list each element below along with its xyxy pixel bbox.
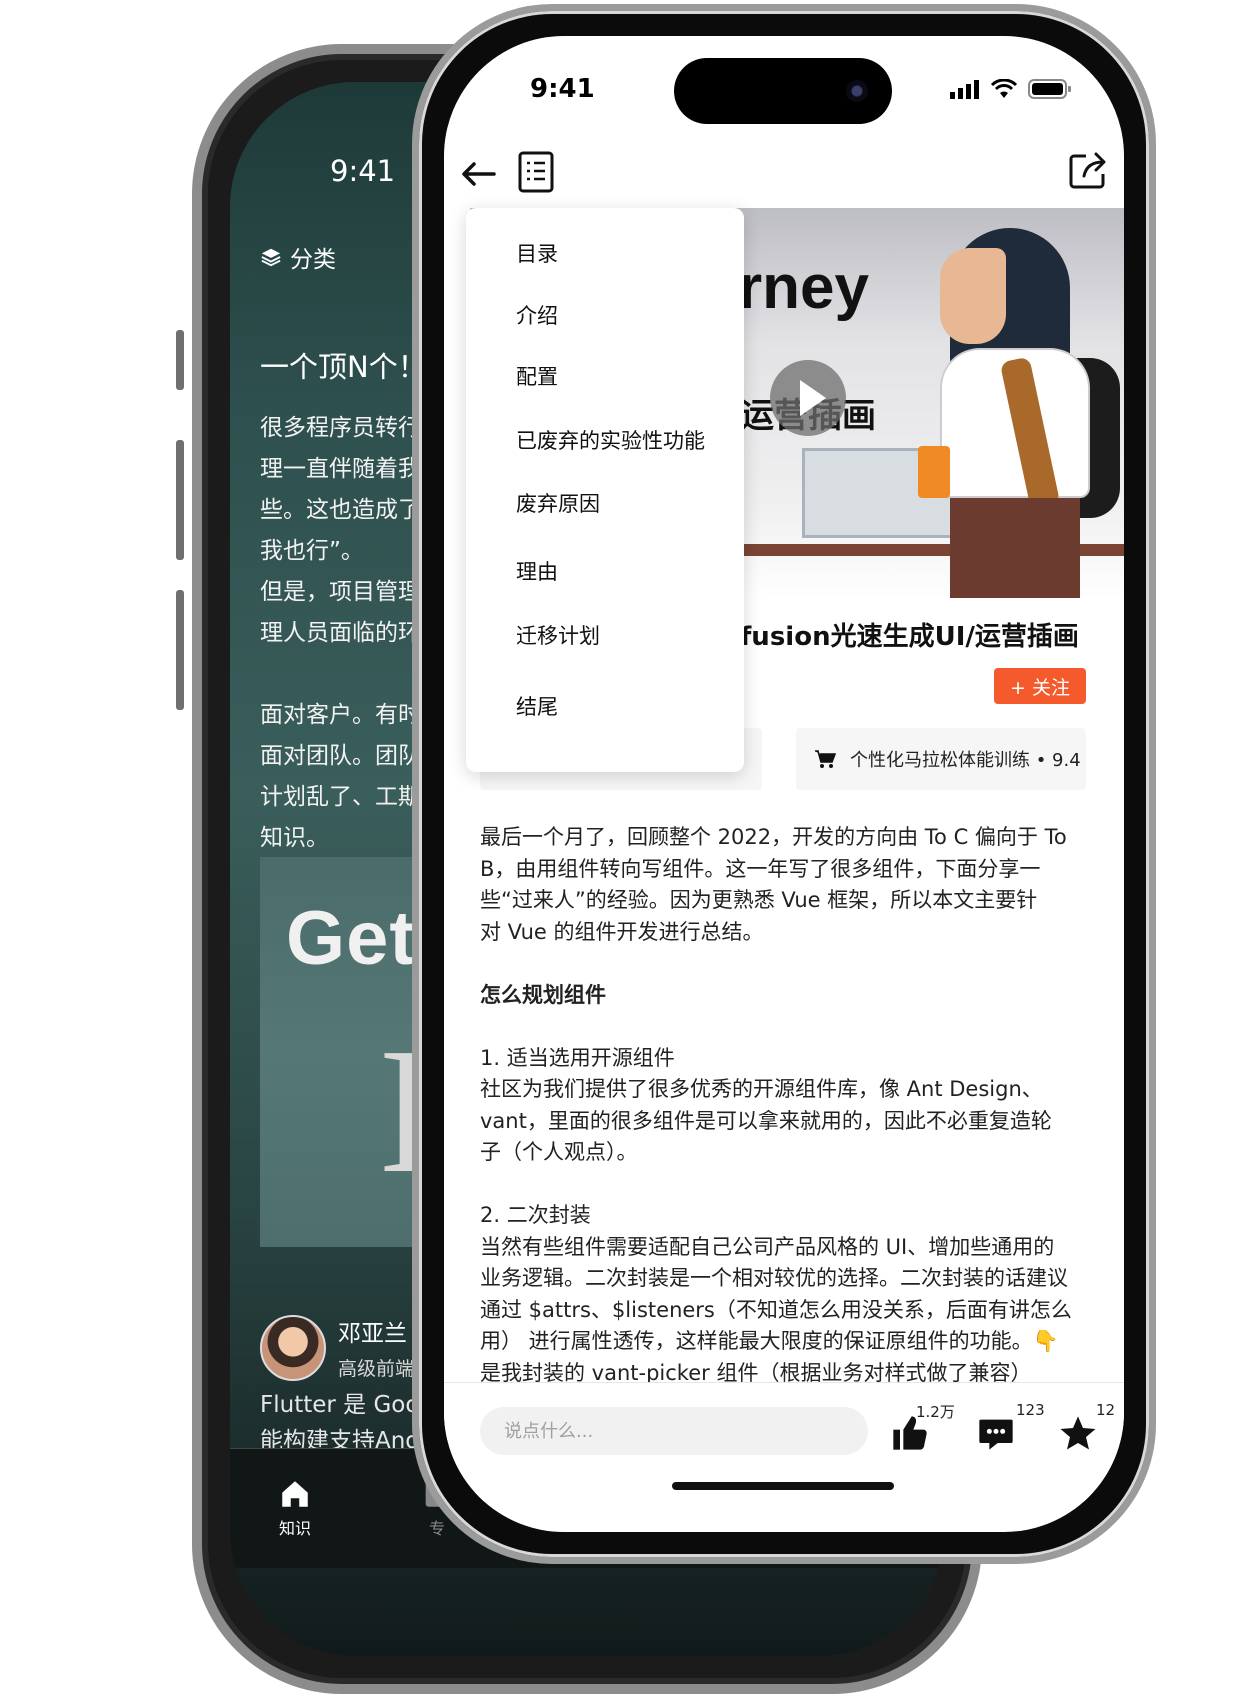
back-phone-volume-up [176, 440, 184, 560]
like-button[interactable]: 1.2万 [890, 1403, 955, 1457]
article-line: B，由用组件转向写组件。这一年写了很多组件，下面分享一 [480, 856, 1041, 881]
article-title: fusion光速生成UI/运营插画 [740, 622, 1079, 652]
signal-icon [950, 80, 979, 99]
article-content: 最后一个月了，回顾整个 2022，开发的方向由 To C 偏向于 To B，由用… [480, 822, 1106, 1389]
table-of-contents-icon[interactable] [516, 150, 556, 194]
tab-label: 知识 [278, 1519, 311, 1538]
article-line: 当然有些组件需要适配自己公司产品风格的 UI、增加些通用的 [480, 1234, 1055, 1259]
section-heading: 怎么规划组件 [480, 982, 606, 1007]
back-phone-mute-switch [176, 330, 184, 390]
share-icon[interactable] [1066, 148, 1110, 192]
favorite-count: 12 [1096, 1401, 1116, 1419]
cart-icon [815, 750, 836, 768]
toc-item-deprecated-features[interactable]: 已废弃的实验性功能 [516, 425, 705, 455]
camera-icon [846, 80, 868, 102]
play-icon[interactable] [770, 360, 846, 436]
category-label: 分类 [290, 247, 336, 273]
course-card-text: 个性化马拉松体能训练 • 9.4 [850, 750, 1081, 771]
article-line: 些“过来人”的经验。因为更熟悉 Vue 框架，所以本文主要针 [480, 888, 1038, 912]
favorite-button[interactable]: 12 [1058, 1401, 1118, 1457]
front-phone-screen: 9:41 rney 运营插画 fusion光速生成UI/运营插画 [444, 36, 1124, 1532]
comment-input[interactable] [480, 1407, 868, 1455]
toc-item-deprecation-reason[interactable]: 废弃原因 [516, 488, 600, 518]
battery-icon [1028, 79, 1071, 99]
top-nav [444, 146, 1124, 206]
article-line: 2. 二次封装 [480, 1203, 591, 1227]
comment-icon [979, 1419, 1013, 1450]
toc-dropdown: 目录 介绍 配置 已废弃的实验性功能 废弃原因 理由 迁移计划 结尾 [466, 208, 744, 772]
article-line: 通过 $attrs、$listeners（不知道怎么用没关系，后面有讲怎么 [480, 1297, 1072, 1322]
article-line: vant，里面的很多组件是可以拿来就用的，因此不必重复造轮 [480, 1108, 1052, 1133]
illustration-face [940, 248, 1006, 344]
home-icon [282, 1481, 308, 1507]
toc-item-contents[interactable]: 目录 [516, 238, 558, 268]
status-icons [950, 78, 1072, 100]
toc-item-ending[interactable]: 结尾 [516, 691, 558, 721]
home-indicator[interactable] [672, 1482, 894, 1490]
star-icon [1060, 1416, 1096, 1450]
status-time: 9:41 [330, 154, 396, 188]
like-count: 1.2万 [916, 1403, 955, 1421]
toc-item-config[interactable]: 配置 [516, 361, 558, 391]
wifi-icon [990, 79, 1018, 98]
front-phone: 9:41 rney 运营插画 fusion光速生成UI/运营插画 [412, 4, 1156, 1564]
illustration-cup [918, 446, 950, 498]
tab-label: 专 [428, 1519, 445, 1538]
article-line: 用） 进行属性透传，这样能最大限度的保证原组件的功能。👇 [480, 1329, 1059, 1353]
back-phone-volume-down [176, 590, 184, 710]
dynamic-island [674, 58, 892, 124]
comment-count: 123 [1016, 1401, 1045, 1419]
article-line: 社区为我们提供了很多优秀的开源组件库，像 Ant Design、 [480, 1077, 1043, 1101]
illustration-skirt [950, 498, 1080, 598]
avatar[interactable] [260, 1314, 326, 1381]
status-time: 9:41 [530, 74, 595, 104]
back-arrow-icon[interactable] [458, 154, 498, 194]
article-line: 1. 适当选用开源组件 [480, 1045, 675, 1070]
category-button[interactable]: 分类 [260, 240, 336, 274]
course-card[interactable]: 个性化马拉松体能训练 • 9.4 [796, 728, 1086, 790]
follow-button[interactable]: + 关注 [994, 668, 1086, 704]
layers-icon [261, 248, 281, 267]
toc-item-intro[interactable]: 介绍 [516, 300, 558, 330]
comment-button[interactable]: 123 [976, 1401, 1045, 1457]
article-line: 子（个人观点）。 [480, 1140, 638, 1164]
toc-item-reason[interactable]: 理由 [516, 556, 558, 586]
toc-item-migration-plan[interactable]: 迁移计划 [516, 620, 600, 650]
tab-knowledge[interactable]: 知识 [278, 1477, 312, 1539]
article-line: 对 Vue 的组件开发进行总结。 [480, 919, 764, 944]
article-line: 业务逻辑。二次封装是一个相对较优的选择。二次封装的话建议 [480, 1266, 1068, 1290]
cover-title: rney [738, 253, 869, 322]
article-line: 最后一个月了，回顾整个 2022，开发的方向由 To C 偏向于 To [480, 825, 1067, 849]
